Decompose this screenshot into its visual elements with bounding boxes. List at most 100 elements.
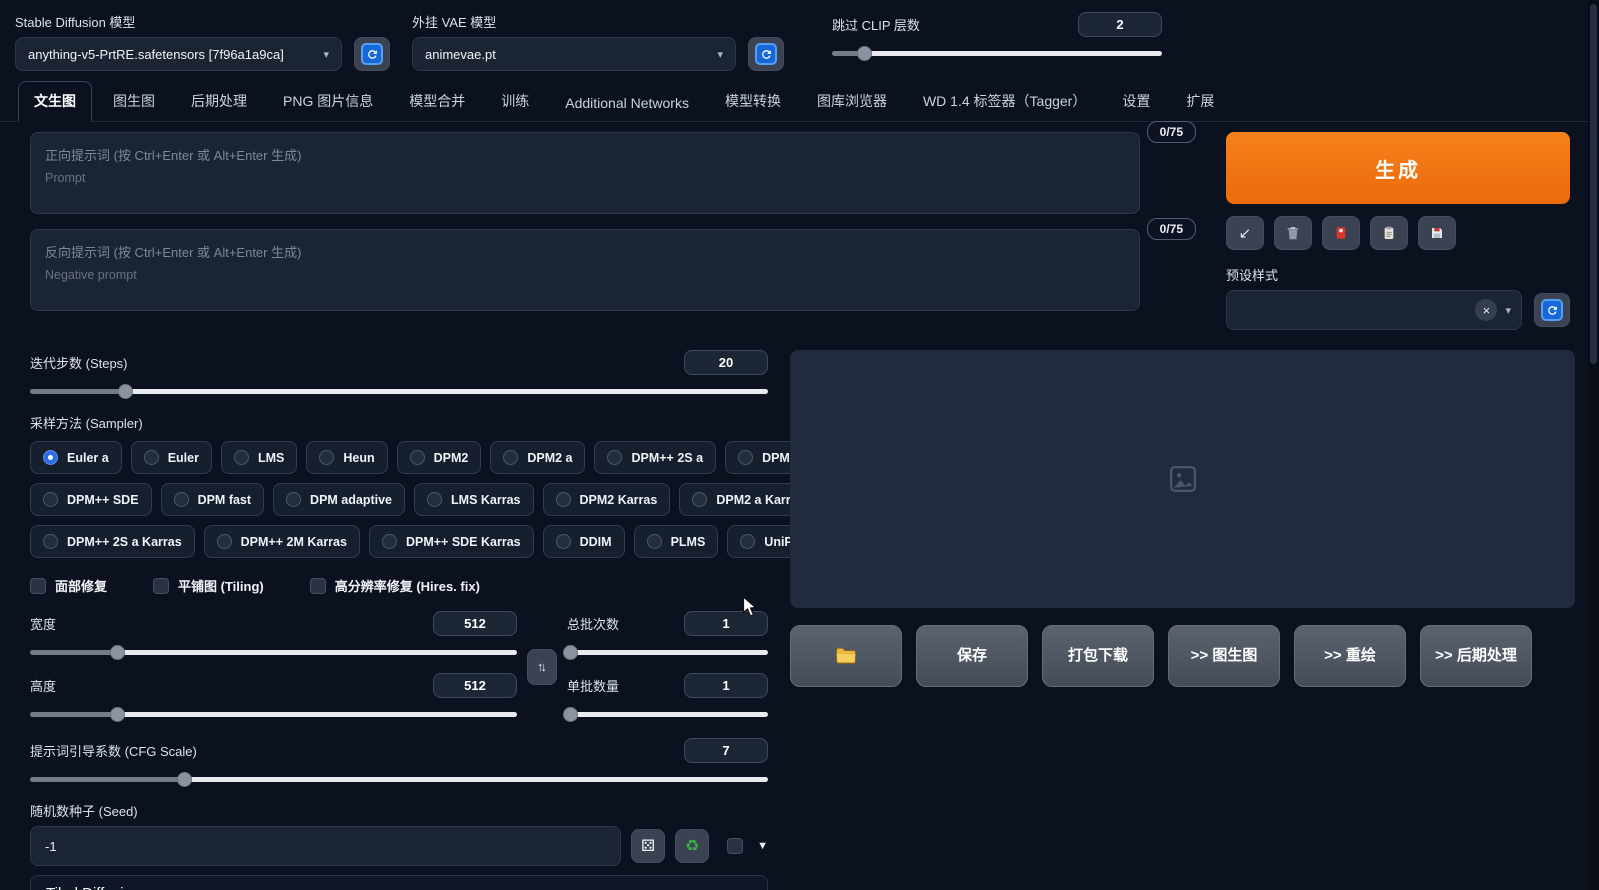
send-to-extras-button[interactable]: >> 后期处理 [1420,625,1532,687]
tab-img2img[interactable]: 图生图 [98,82,170,121]
sampler-option[interactable]: DPM adaptive [273,483,405,516]
sampler-option-euler-a[interactable]: Euler a [30,441,122,474]
sampler-option[interactable]: DPM++ SDE [30,483,152,516]
sampler-option[interactable]: LMS [221,441,297,474]
sampler-option[interactable]: LMS Karras [414,483,533,516]
tab-txt2img[interactable]: 文生图 [18,81,92,122]
send-to-img2img-button[interactable]: >> 图生图 [1168,625,1280,687]
cfg-slider[interactable] [30,771,768,787]
slider-handle[interactable] [177,772,192,787]
save-button[interactable]: 保存 [916,625,1028,687]
radio-icon [174,492,189,507]
width-slider[interactable] [30,644,517,660]
paste-params-button[interactable]: ↙ [1226,216,1264,250]
apply-styles-button[interactable] [1370,216,1408,250]
refresh-styles-button[interactable] [1534,293,1570,327]
folder-icon [835,647,857,665]
reuse-seed-button[interactable]: ♻ [675,829,709,863]
slider-handle[interactable] [563,645,578,660]
sampler-option[interactable]: Euler [131,441,212,474]
clear-prompt-button[interactable] [1274,216,1312,250]
width-value[interactable]: 512 [433,611,517,636]
sampler-option[interactable]: DDIM [543,525,625,558]
scrollbar-thumb[interactable] [1590,4,1597,364]
batch-count-slider[interactable] [567,644,768,660]
send-to-inpaint-button[interactable]: >> 重绘 [1294,625,1406,687]
clip-skip-value[interactable]: 2 [1078,12,1162,37]
slider-handle[interactable] [110,645,125,660]
chevron-down-icon: ▾ [323,48,329,61]
sampler-option[interactable]: DPM++ SDE Karras [369,525,534,558]
tiled-diffusion-accordion[interactable]: Tiled Diffusion ◀ [30,875,768,890]
batch-size-value[interactable]: 1 [684,673,768,698]
steps-value[interactable]: 20 [684,350,768,375]
slider-handle[interactable] [857,46,872,61]
slider-handle[interactable] [110,707,125,722]
steps-slider[interactable] [30,383,768,399]
cfg-value[interactable]: 7 [684,738,768,763]
tab-model-convert[interactable]: 模型转换 [710,82,796,121]
open-folder-button[interactable] [790,625,902,687]
clear-styles-icon[interactable]: × [1475,299,1497,321]
sampler-option[interactable]: DPM2 a [490,441,585,474]
sampler-option[interactable]: DPM++ 2M Karras [204,525,360,558]
sampler-option[interactable]: PLMS [634,525,719,558]
seed-dropdown-icon[interactable]: ▼ [757,840,768,852]
radio-icon [286,492,301,507]
refresh-icon [755,43,777,65]
positive-prompt-input[interactable]: 正向提示词 (按 Ctrl+Enter 或 Alt+Enter 生成) Prom… [30,132,1140,214]
negative-token-counter: 0/75 [1147,218,1196,240]
refresh-icon [1541,299,1563,321]
tab-settings[interactable]: 设置 [1107,82,1165,121]
sampler-option[interactable]: Heun [306,441,387,474]
refresh-vae-button[interactable] [748,37,784,71]
tab-additional-networks[interactable]: Additional Networks [550,86,704,121]
radio-on-icon [43,450,58,465]
zip-download-button[interactable]: 打包下载 [1042,625,1154,687]
sampler-option[interactable]: DPM++ 2S a Karras [30,525,195,558]
styles-select[interactable]: × ▾ [1226,290,1522,330]
refresh-models-button[interactable] [354,37,390,71]
batch-size-slider[interactable] [567,706,768,722]
height-slider[interactable] [30,706,517,722]
generate-button[interactable]: 生成 [1226,132,1570,204]
clip-skip-label: 跳过 CLIP 层数 [832,15,920,34]
tiling-checkbox[interactable]: 平铺图 (Tiling) [153,576,264,595]
tab-checkpoint-merger[interactable]: 模型合并 [394,82,480,121]
save-icon [1429,225,1445,241]
height-value[interactable]: 512 [433,673,517,698]
prompt-tools: ↙ [1226,216,1570,250]
random-seed-button[interactable]: ⚄ [631,829,665,863]
radio-icon [217,534,232,549]
slider-handle[interactable] [563,707,578,722]
tab-png-info[interactable]: PNG 图片信息 [268,82,388,121]
slider-handle[interactable] [118,384,133,399]
sd-model-select[interactable]: anything-v5-PrtRE.safetensors [7f96a1a9c… [15,37,342,71]
batch-count-value[interactable]: 1 [684,611,768,636]
sampler-option[interactable]: DPM fast [161,483,264,516]
clip-skip-slider[interactable] [832,45,1162,61]
vae-select[interactable]: animevae.pt ▾ [412,37,736,71]
radio-icon [692,492,707,507]
sampler-option[interactable]: DPM2 Karras [543,483,671,516]
tab-train[interactable]: 训练 [486,82,544,121]
swap-dimensions-button[interactable]: ↑↓ [527,649,557,685]
page-scrollbar[interactable] [1588,0,1599,890]
tab-extras[interactable]: 后期处理 [176,82,262,121]
output-gallery[interactable] [790,350,1575,608]
extra-seed-checkbox[interactable] [727,838,743,854]
hires-fix-checkbox[interactable]: 高分辨率修复 (Hires. fix) [310,576,480,595]
tab-extensions[interactable]: 扩展 [1171,82,1229,121]
tab-tagger[interactable]: WD 1.4 标签器（Tagger） [908,82,1101,121]
radio-icon [427,492,442,507]
seed-input[interactable]: -1 [30,826,621,866]
tab-image-browser[interactable]: 图库浏览器 [802,82,902,121]
dice-icon: ⚄ [641,836,655,856]
negative-prompt-input[interactable]: 反向提示词 (按 Ctrl+Enter 或 Alt+Enter 生成) Nega… [30,229,1140,311]
sampler-option[interactable]: DPM2 [397,441,482,474]
restore-faces-checkbox[interactable]: 面部修复 [30,576,107,595]
extra-networks-button[interactable] [1322,216,1360,250]
save-style-button[interactable] [1418,216,1456,250]
cfg-label: 提示词引导系数 (CFG Scale) [30,741,197,760]
sampler-option[interactable]: DPM++ 2S a [594,441,716,474]
